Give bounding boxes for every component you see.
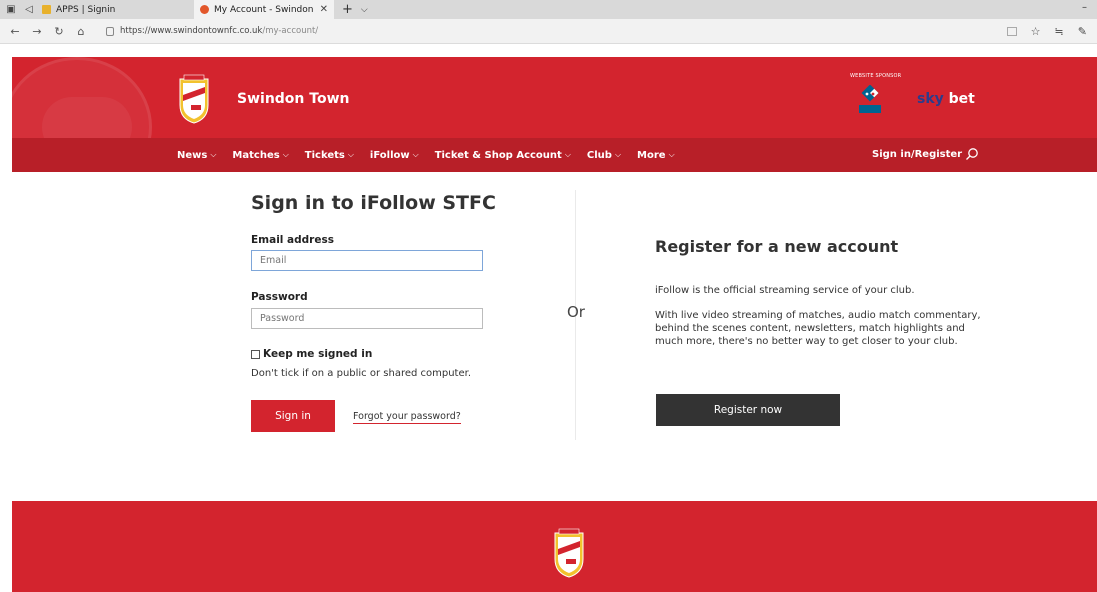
browser-tab-bar: ▣ ◁ APPS | Signin My Account - Swindon ✕… <box>0 0 1097 19</box>
register-now-button[interactable]: Register now <box>656 394 840 426</box>
favorites-list-icon[interactable]: ≒ <box>1055 25 1064 38</box>
address-bar: ← → ↻ ⌂ https://www.swindontownfc.co.uk /… <box>0 19 1097 44</box>
password-input[interactable] <box>251 308 483 329</box>
favorite-star-icon[interactable]: ☆ <box>1031 25 1041 38</box>
skybet-sky-text: sky <box>917 91 944 107</box>
sponsor-label: WEBSITE SPONSOR <box>850 73 902 79</box>
dominos-logo[interactable] <box>857 85 883 117</box>
chevron-down-icon: ⌵ <box>347 150 354 159</box>
sign-in-button[interactable]: Sign in <box>251 400 335 432</box>
nav-item-label: Tickets <box>304 149 345 161</box>
tab-actions-icon[interactable]: ▣ <box>4 4 18 16</box>
register-intro-text: iFollow is the official streaming servic… <box>655 285 915 296</box>
nav-item-tickets[interactable]: Tickets ⌵ <box>305 150 354 161</box>
main-navbar: News ⌵ Matches ⌵ Tickets ⌵ iFollow ⌵ Ticket … <box>12 138 1097 172</box>
nav-item-ticket-shop-account[interactable]: Ticket & Shop Account ⌵ <box>435 150 571 161</box>
nav-item-label: Ticket & Shop Account <box>434 149 562 161</box>
chevron-down-icon: ⌵ <box>412 150 419 159</box>
url-host: https://www.swindontownfc.co.uk <box>120 26 263 36</box>
new-tab-icon[interactable]: + <box>342 2 353 17</box>
tab-label: APPS | Signin <box>56 4 116 15</box>
club-crest-logo[interactable] <box>177 73 211 125</box>
tab-favicon-icon <box>42 5 51 14</box>
lock-icon <box>106 26 114 36</box>
chevron-down-icon: ⌵ <box>614 150 622 159</box>
public-computer-hint: Don't tick if on a public or shared comp… <box>251 368 471 379</box>
email-input[interactable] <box>251 250 483 271</box>
nav-item-ifollow[interactable]: iFollow ⌵ <box>370 150 419 161</box>
chevron-down-icon: ⌵ <box>282 150 289 159</box>
site-footer <box>12 501 1097 592</box>
nav-item-news[interactable]: News ⌵ <box>177 150 216 161</box>
url-field[interactable]: https://www.swindontownfc.co.uk/my-accou… <box>106 26 318 36</box>
minimize-icon[interactable]: – <box>1082 2 1087 13</box>
keep-signed-in-checkbox[interactable] <box>251 349 260 359</box>
tab-back-icon[interactable]: ◁ <box>22 4 36 16</box>
chevron-down-icon: ⌵ <box>668 150 675 159</box>
chevron-down-icon: ⌵ <box>210 150 217 159</box>
nav-item-club[interactable]: Club ⌵ <box>587 150 621 161</box>
keep-signed-in-label[interactable]: Keep me signed in <box>263 348 372 360</box>
home-icon[interactable]: ⌂ <box>70 25 92 38</box>
nav-item-label: Club <box>586 149 612 161</box>
refresh-icon[interactable]: ↻ <box>48 25 70 38</box>
chevron-down-icon: ⌵ <box>564 150 571 159</box>
register-description-text: With live video streaming of matches, au… <box>655 310 981 347</box>
site-header: Swindon Town WEBSITE SPONSOR sky bet New… <box>12 57 1097 172</box>
nav-item-matches[interactable]: Matches ⌵ <box>232 150 288 161</box>
forward-arrow-icon[interactable]: → <box>26 25 48 38</box>
close-icon[interactable]: ✕ <box>320 4 328 15</box>
url-path: /my-account/ <box>262 26 319 36</box>
tab-label: My Account - Swindon <box>214 4 314 15</box>
keep-signed-in-row: Keep me signed in <box>251 348 372 360</box>
browser-tab-my-account[interactable]: My Account - Swindon ✕ <box>194 0 334 19</box>
skybet-bet-text: bet <box>948 91 975 107</box>
chevron-down-icon[interactable]: ⌵ <box>361 5 368 15</box>
reading-view-icon[interactable] <box>1006 26 1017 36</box>
forgot-password-link[interactable]: Forgot your password? <box>353 411 461 424</box>
email-label: Email address <box>251 234 334 246</box>
nav-item-label: Matches <box>232 149 280 161</box>
browser-tab-apps[interactable]: APPS | Signin <box>36 0 140 19</box>
tab-favicon-icon <box>200 5 209 14</box>
site-title[interactable]: Swindon Town <box>237 91 349 107</box>
nav-item-label: News <box>177 149 208 161</box>
skybet-logo[interactable]: sky bet <box>917 91 975 107</box>
register-heading: Register for a new account <box>655 237 899 256</box>
search-icon[interactable] <box>965 147 979 161</box>
nav-item-more[interactable]: More ⌵ <box>637 150 675 161</box>
password-label: Password <box>251 291 308 303</box>
or-label: Or <box>567 303 585 321</box>
pen-icon[interactable]: ✎ <box>1078 25 1087 38</box>
sign-in-register-link[interactable]: Sign in/Register <box>872 149 962 160</box>
nav-item-label: More <box>637 149 666 161</box>
back-arrow-icon[interactable]: ← <box>4 25 26 38</box>
footer-crest-logo[interactable] <box>552 527 586 579</box>
signin-heading: Sign in to iFollow STFC <box>251 192 496 214</box>
nav-item-label: iFollow <box>369 149 410 161</box>
